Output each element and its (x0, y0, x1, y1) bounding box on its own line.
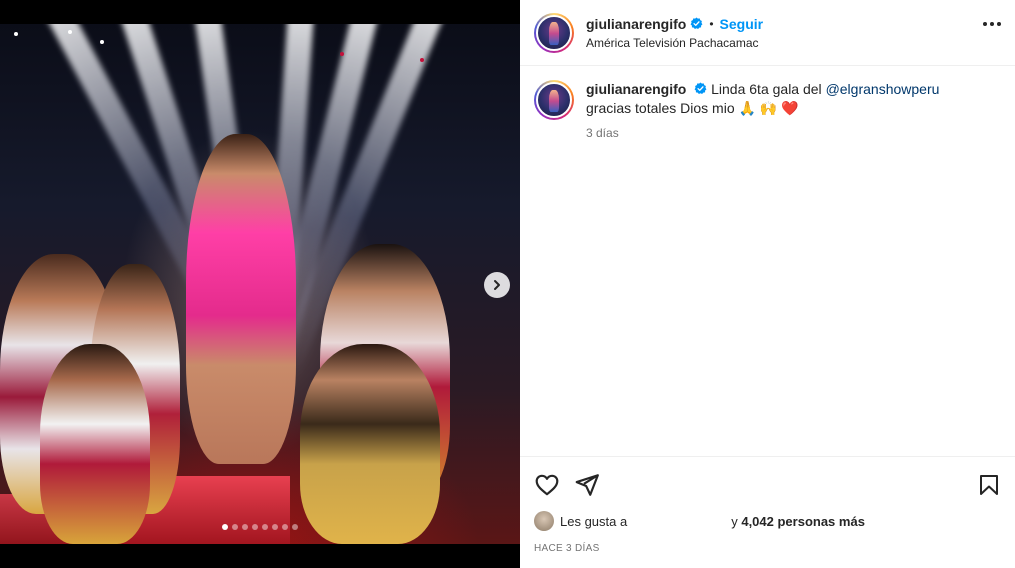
stage-light-dot (14, 32, 18, 36)
post-actions: Les gusta a y 4,042 personas más HACE 3 … (520, 456, 1015, 554)
follow-button[interactable]: Seguir (720, 16, 764, 32)
stage-light-dot (340, 52, 344, 56)
carousel-indicator (0, 524, 520, 530)
carousel-dot (222, 524, 228, 530)
next-photo-button[interactable] (484, 272, 510, 298)
dancer-figure (40, 344, 150, 544)
post-date[interactable]: HACE 3 DÍAS (534, 543, 1001, 554)
likes-summary: Les gusta a y 4,042 personas más (534, 511, 1001, 531)
lead-dancer-figure (186, 134, 296, 464)
stage-light-dot (100, 40, 104, 44)
heart-icon[interactable] (534, 472, 560, 498)
post-panel: giulianarengifo • Seguir América Televis… (520, 0, 1015, 568)
chevron-right-icon (494, 280, 500, 290)
carousel-dot (272, 524, 278, 530)
dancer-figure (300, 344, 440, 544)
verified-badge-icon (690, 17, 703, 30)
carousel-dot (262, 524, 268, 530)
more-options-icon[interactable] (983, 22, 1001, 26)
caption-username[interactable]: giulianarengifo (586, 81, 686, 97)
verified-badge-icon (694, 82, 707, 95)
carousel-dot (232, 524, 238, 530)
caption-author-avatar[interactable] (534, 80, 574, 120)
author-username[interactable]: giulianarengifo (586, 16, 686, 32)
carousel-dot (282, 524, 288, 530)
send-icon[interactable] (574, 472, 600, 498)
post-caption: giulianarengifo Linda 6ta gala del @elgr… (520, 66, 1015, 140)
likes-suffix: y 4,042 personas más (731, 514, 865, 529)
header-separator: • (709, 16, 714, 31)
likes-prefix-text: Les gusta a (560, 513, 628, 529)
bookmark-icon[interactable] (977, 473, 1001, 497)
post-location[interactable]: América Televisión Pachacamac (586, 36, 763, 50)
post-media (0, 0, 520, 568)
post-photo[interactable] (0, 24, 520, 544)
post-header: giulianarengifo • Seguir América Televis… (520, 0, 1015, 66)
carousel-dot (252, 524, 258, 530)
likes-count-link[interactable]: 4,042 personas más (741, 514, 865, 529)
liker-avatar[interactable] (534, 511, 554, 531)
caption-text-before: Linda 6ta gala del (711, 81, 826, 97)
likes-connector: y (731, 513, 738, 529)
stage-light-dot (420, 58, 424, 62)
carousel-dot (292, 524, 298, 530)
caption-text: giulianarengifo Linda 6ta gala del @elgr… (586, 80, 986, 118)
caption-timestamp[interactable]: 3 días (586, 126, 986, 140)
carousel-dot (242, 524, 248, 530)
caption-mention-link[interactable]: @elgranshowperu (826, 81, 940, 97)
stage-light-dot (68, 30, 72, 34)
caption-text-after: gracias totales Dios mio 🙏 🙌 ❤️ (586, 100, 799, 116)
author-avatar[interactable] (534, 12, 574, 53)
